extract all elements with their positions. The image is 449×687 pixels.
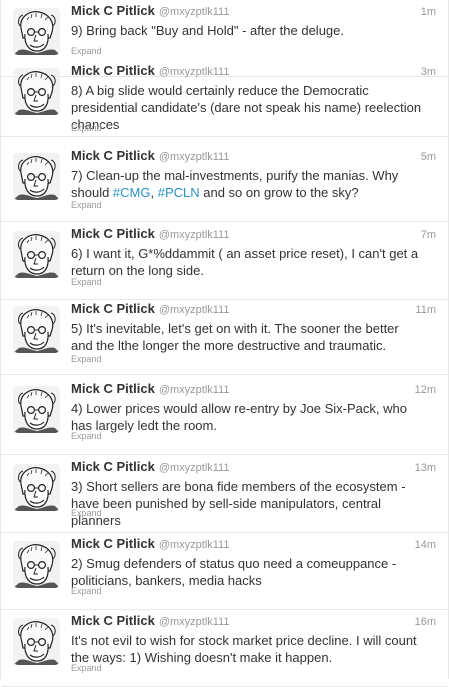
tweet-item[interactable]: Mick C Pitlick @mxyzptlk111 5m 7) Clean-up … [1, 145, 448, 222]
tweet-author[interactable]: Mick C Pitlick @mxyzptlk111 [71, 613, 229, 628]
avatar-caricature-icon [13, 153, 60, 200]
avatar-caricature-icon [13, 68, 60, 115]
author-name[interactable]: Mick C Pitlick [71, 459, 155, 474]
avatar-caricature-icon [13, 231, 60, 278]
tweet-text-segment: It's not evil to wish for stock market p… [71, 633, 417, 665]
tweet-author[interactable]: Mick C Pitlick @mxyzptlk111 [71, 63, 229, 78]
tweet-text: 5) It's inevitable, let's get on with it… [71, 320, 423, 354]
tweet-text: 2) Smug defenders of status quo need a c… [71, 555, 423, 589]
author-name[interactable]: Mick C Pitlick [71, 3, 155, 18]
tweet-author[interactable]: Mick C Pitlick @mxyzptlk111 [71, 148, 229, 163]
avatar-caricature-icon [13, 8, 60, 55]
author-handle[interactable]: @mxyzptlk111 [159, 151, 230, 163]
tweet-text-segment: and so on grow to the sky? [199, 185, 359, 200]
tweet-item[interactable]: Mick C Pitlick @mxyzptlk111 3m 8) A big sli… [1, 60, 448, 137]
tweet-timestamp[interactable]: 13m [415, 462, 436, 474]
avatar[interactable] [13, 8, 60, 55]
avatar-caricature-icon [13, 618, 60, 665]
tweet-text: 9) Bring back "Buy and Hold" - after the… [71, 22, 423, 39]
avatar-caricature-icon [13, 541, 60, 588]
author-handle[interactable]: @mxyzptlk111 [159, 66, 230, 78]
author-handle[interactable]: @mxyzptlk111 [159, 6, 230, 18]
tweet-item[interactable]: Mick C Pitlick @mxyzptlk111 7m 6) I want it… [1, 223, 448, 300]
expand-link[interactable]: Expand [71, 508, 102, 518]
tweet-item[interactable]: Mick C Pitlick @mxyzptlk111 13m 3) Short se… [1, 456, 448, 533]
tweet-author[interactable]: Mick C Pitlick @mxyzptlk111 [71, 381, 229, 396]
avatar[interactable] [13, 386, 60, 433]
tweet-timestamp[interactable]: 5m [421, 151, 436, 163]
avatar-caricature-icon [13, 464, 60, 511]
author-handle[interactable]: @mxyzptlk111 [159, 539, 230, 551]
tweet-timestamp[interactable]: 16m [415, 616, 436, 628]
tweet-timestamp[interactable]: 12m [415, 384, 436, 396]
tweet-timestamp[interactable]: 11m [415, 304, 436, 316]
avatar[interactable] [13, 618, 60, 665]
avatar-caricature-icon [13, 386, 60, 433]
tweet-item[interactable]: Mick C Pitlick @mxyzptlk111 11m 5) It's ine… [1, 298, 448, 375]
tweet-author[interactable]: Mick C Pitlick @mxyzptlk111 [71, 226, 229, 241]
tweet-timestamp[interactable]: 14m [415, 539, 436, 551]
tweet-text: 6) I want it, G*%ddammit ( an asset pric… [71, 245, 423, 279]
author-handle[interactable]: @mxyzptlk111 [159, 384, 230, 396]
tweet-author[interactable]: Mick C Pitlick @mxyzptlk111 [71, 536, 229, 551]
tweet-text: 8) A big slide would certainly reduce th… [71, 82, 423, 133]
hashtag-link[interactable]: #CMG [113, 185, 151, 200]
author-handle[interactable]: @mxyzptlk111 [159, 229, 230, 241]
tweet-item[interactable]: Mick C Pitlick @mxyzptlk111 16m It's not ev… [1, 610, 448, 687]
expand-link[interactable]: Expand [71, 200, 102, 210]
tweet-text-segment: 2) Smug defenders of status quo need a c… [71, 556, 397, 588]
avatar[interactable] [13, 68, 60, 115]
tweet-text-segment: 6) I want it, G*%ddammit ( an asset pric… [71, 246, 419, 278]
expand-link[interactable]: Expand [71, 586, 102, 596]
hashtag-link[interactable]: #PCLN [158, 185, 200, 200]
author-name[interactable]: Mick C Pitlick [71, 63, 155, 78]
avatar-caricature-icon [13, 306, 60, 353]
tweet-timestamp[interactable]: 3m [421, 66, 436, 78]
author-handle[interactable]: @mxyzptlk111 [159, 616, 230, 628]
tweet-timestamp[interactable]: 1m [421, 6, 436, 18]
author-name[interactable]: Mick C Pitlick [71, 148, 155, 163]
tweet-text-segment: 3) Short sellers are bona fide members o… [71, 479, 406, 528]
expand-link[interactable]: Expand [71, 354, 102, 364]
author-name[interactable]: Mick C Pitlick [71, 301, 155, 316]
expand-link[interactable]: Expand [71, 277, 102, 287]
tweet-text-segment: 9) Bring back "Buy and Hold" - after the… [71, 23, 344, 38]
avatar[interactable] [13, 306, 60, 353]
avatar[interactable] [13, 231, 60, 278]
avatar[interactable] [13, 541, 60, 588]
tweet-timeline: Mick C Pitlick @mxyzptlk111 1m 9) Bring bac… [0, 0, 449, 687]
tweet-text-segment: , [150, 185, 158, 200]
tweet-timestamp[interactable]: 7m [421, 229, 436, 241]
tweet-text-segment: 5) It's inevitable, let's get on with it… [71, 321, 399, 353]
tweet-text: It's not evil to wish for stock market p… [71, 632, 423, 666]
avatar[interactable] [13, 464, 60, 511]
tweet-text: 3) Short sellers are bona fide members o… [71, 478, 423, 529]
author-name[interactable]: Mick C Pitlick [71, 613, 155, 628]
tweet-author[interactable]: Mick C Pitlick @mxyzptlk111 [71, 301, 229, 316]
author-name[interactable]: Mick C Pitlick [71, 226, 155, 241]
tweet-text: 4) Lower prices would allow re-entry by … [71, 400, 423, 434]
author-handle[interactable]: @mxyzptlk111 [159, 304, 230, 316]
tweet-author[interactable]: Mick C Pitlick @mxyzptlk111 [71, 3, 229, 18]
tweet-item[interactable]: Mick C Pitlick @mxyzptlk111 12m 4) Lower pr… [1, 378, 448, 455]
expand-link[interactable]: Expand [71, 123, 102, 133]
avatar[interactable] [13, 153, 60, 200]
tweet-text-segment: 4) Lower prices would allow re-entry by … [71, 401, 407, 433]
expand-link[interactable]: Expand [71, 46, 102, 56]
tweet-text-segment: 8) A big slide would certainly reduce th… [71, 83, 422, 132]
expand-link[interactable]: Expand [71, 431, 102, 441]
author-name[interactable]: Mick C Pitlick [71, 381, 155, 396]
expand-link[interactable]: Expand [71, 663, 102, 673]
tweet-item[interactable]: Mick C Pitlick @mxyzptlk111 14m 2) Smug def… [1, 533, 448, 610]
tweet-author[interactable]: Mick C Pitlick @mxyzptlk111 [71, 459, 229, 474]
author-name[interactable]: Mick C Pitlick [71, 536, 155, 551]
author-handle[interactable]: @mxyzptlk111 [159, 462, 230, 474]
tweet-text: 7) Clean-up the mal-investments, purify … [71, 167, 423, 201]
